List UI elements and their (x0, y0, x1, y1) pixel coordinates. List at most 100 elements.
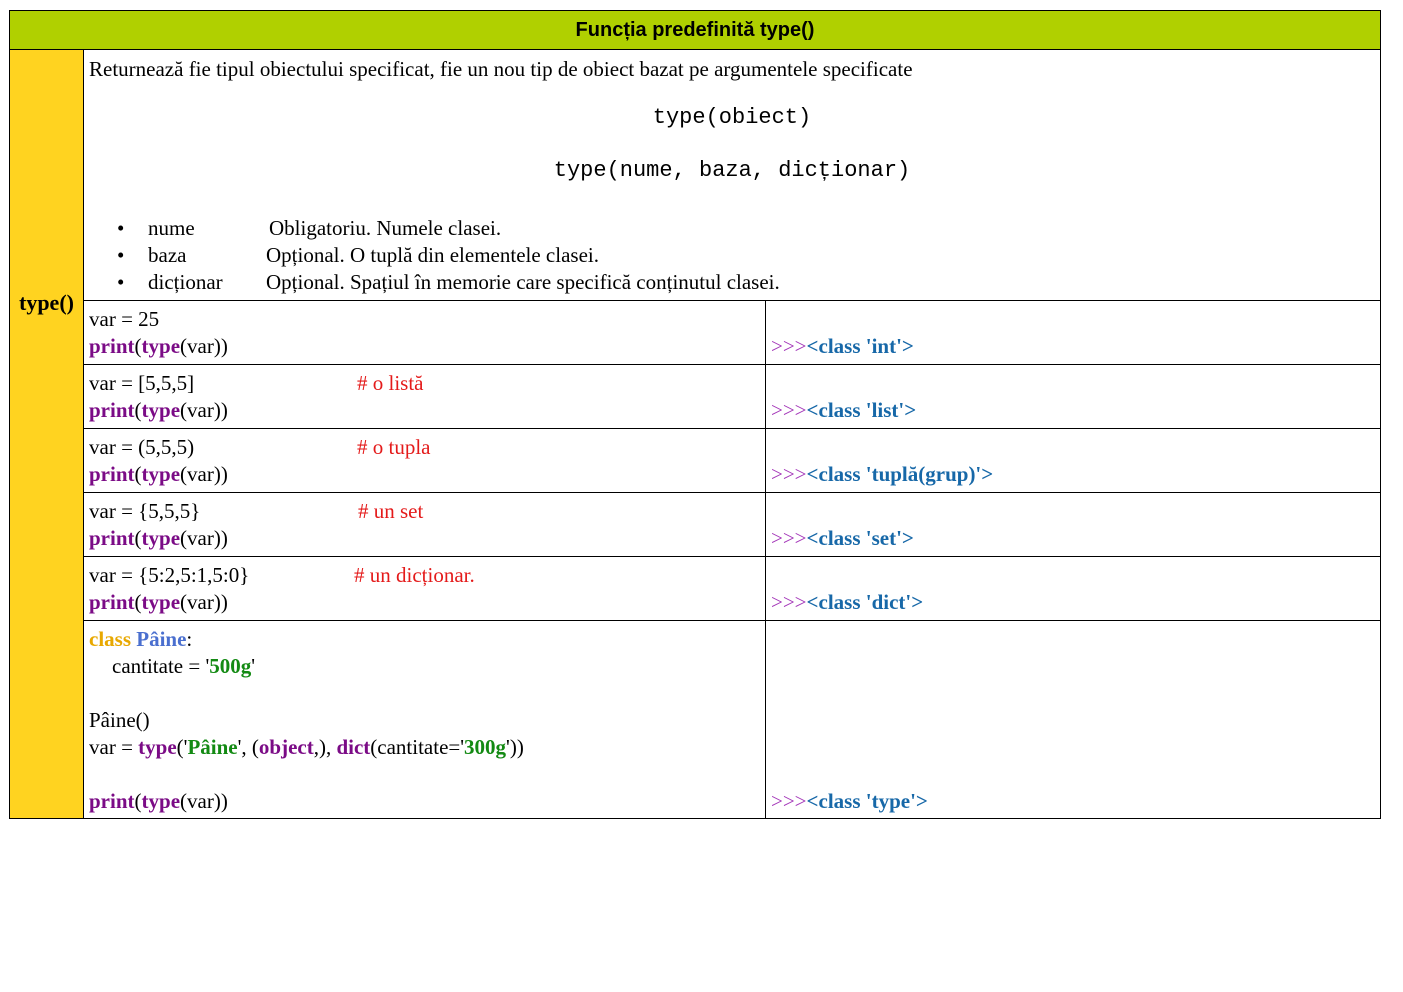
punct: (cantitate=' (370, 735, 465, 759)
paren: ( (134, 462, 142, 486)
string-literal: Pâine (187, 735, 238, 759)
code-comment: # un dicționar. (354, 563, 475, 587)
code-line: print(type(var)) (89, 334, 228, 359)
output-line: >>><class 'dict'> (771, 590, 923, 615)
code-comment: # un set (358, 499, 424, 523)
table-title: Funcția predefinită type() (10, 11, 1380, 50)
keyword-type: type (141, 398, 181, 422)
description-cell: Returnează fie tipul obiectului specific… (84, 50, 1380, 301)
param-desc: Obligatoriu. Numele clasei. (269, 216, 502, 240)
code-cell: var = {5,5,5} # un set print(type(var)) (84, 493, 766, 556)
punct: ')) (506, 735, 524, 759)
keyword-class: class (89, 627, 131, 651)
type-function-table: Funcția predefinită type() type() Return… (9, 10, 1381, 819)
argument: (var)) (180, 462, 228, 486)
code-line: cantitate = '500g' (112, 654, 255, 679)
result: <class 'tuplă(grup)'> (806, 462, 994, 486)
code-line: var = {5:2,5:1,5:0} (89, 563, 250, 587)
syntax-full: type(nume, baza, dicționar) (553, 158, 911, 183)
keyword-print: print (89, 462, 135, 486)
code-line: var = 25 (89, 307, 160, 331)
keyword-print: print (89, 789, 135, 813)
output-cell: >>><class 'set'> (767, 493, 1380, 556)
keyword-print: print (89, 398, 135, 422)
result: <class 'list'> (806, 398, 917, 422)
side-label: type() (10, 50, 84, 818)
output-cell: >>><class 'list'> (767, 365, 1380, 428)
colon: : (186, 627, 193, 651)
paren: ( (134, 590, 142, 614)
code-line: Pâine() (89, 708, 150, 732)
argument: (var)) (180, 334, 228, 358)
code-line: var = type('Pâine', (object,), dict(cant… (89, 735, 524, 760)
param-name: baza (148, 243, 187, 267)
code-comment: # o tupla (357, 435, 431, 459)
punct: (' (176, 735, 188, 759)
argument: (var)) (180, 398, 228, 422)
keyword-dict: dict (336, 735, 371, 759)
code-cell: var = [5,5,5] # o listă print(type(var)) (84, 365, 766, 428)
output-line: >>><class 'list'> (771, 398, 916, 423)
example-row: var = [5,5,5] # o listă print(type(var))… (84, 365, 1380, 429)
paren: ( (134, 526, 142, 550)
code-comment: # o listă (357, 371, 424, 395)
argument: (var)) (180, 590, 228, 614)
code-line: var = [5,5,5] (89, 371, 195, 395)
example-row: var = (5,5,5) # o tupla print(type(var))… (84, 429, 1380, 493)
result: <class 'type'> (806, 789, 928, 813)
param-name: nume (148, 216, 195, 240)
code-line: print(type(var)) (89, 462, 228, 487)
punct: ,), (313, 735, 337, 759)
string-literal: 300g (464, 735, 507, 759)
argument: (var)) (180, 789, 228, 813)
prompt: >>> (771, 789, 807, 813)
quote: ' (251, 654, 256, 678)
paren: ( (134, 789, 142, 813)
param-desc: Opțional. O tuplă din elementele clasei. (266, 243, 599, 267)
code-cell: class Pâine: cantitate = '500g' Pâine() … (84, 621, 766, 818)
keyword-type: type (141, 526, 181, 550)
param-name: dicționar (148, 270, 223, 294)
prompt: >>> (771, 590, 807, 614)
class-example-row: class Pâine: cantitate = '500g' Pâine() … (84, 621, 1380, 818)
keyword-type: type (141, 590, 181, 614)
example-row: var = 25 print(type(var)) >>><class 'int… (84, 301, 1380, 365)
code-line: print(type(var)) (89, 526, 228, 551)
keyword-type: type (138, 735, 177, 759)
output-line: >>><class 'tuplă(grup)'> (771, 462, 993, 487)
output-cell: >>><class 'tuplă(grup)'> (767, 429, 1380, 492)
output-cell: >>><class 'int'> (767, 301, 1380, 364)
keyword-object: object (258, 735, 314, 759)
paren: ( (134, 398, 142, 422)
example-row: var = {5,5,5} # un set print(type(var)) … (84, 493, 1380, 557)
punct: ', ( (237, 735, 259, 759)
attr-assign: cantitate = ' (112, 654, 210, 678)
output-line: >>><class 'int'> (771, 334, 914, 359)
paren: ( (134, 334, 142, 358)
code-cell: var = 25 print(type(var)) (84, 301, 766, 364)
description-intro: Returnează fie tipul obiectului specific… (89, 57, 913, 81)
output-cell: >>><class 'dict'> (767, 557, 1380, 620)
prompt: >>> (771, 334, 807, 358)
output-line: >>><class 'set'> (771, 526, 914, 551)
output-cell: >>><class 'type'> (767, 621, 1380, 818)
keyword-type: type (141, 334, 181, 358)
syntax-simple: type(obiect) (652, 105, 812, 130)
code-line: print(type(var)) (89, 789, 228, 814)
prompt: >>> (771, 398, 807, 422)
param-desc: Opțional. Spațiul în memorie care specif… (266, 270, 780, 294)
var-assign: var = (89, 735, 139, 759)
prompt: >>> (771, 526, 807, 550)
result: <class 'dict'> (806, 590, 924, 614)
code-line: var = (5,5,5) (89, 435, 195, 459)
example-row: var = {5:2,5:1,5:0} # un dicționar. prin… (84, 557, 1380, 621)
code-cell: var = {5:2,5:1,5:0} # un dicționar. prin… (84, 557, 766, 620)
class-name: Pâine (136, 627, 187, 651)
keyword-type: type (141, 789, 181, 813)
keyword-print: print (89, 526, 135, 550)
output-line: >>><class 'type'> (771, 789, 928, 814)
result: <class 'int'> (806, 334, 914, 358)
result: <class 'set'> (806, 526, 914, 550)
code-line: print(type(var)) (89, 398, 228, 423)
keyword-print: print (89, 334, 135, 358)
